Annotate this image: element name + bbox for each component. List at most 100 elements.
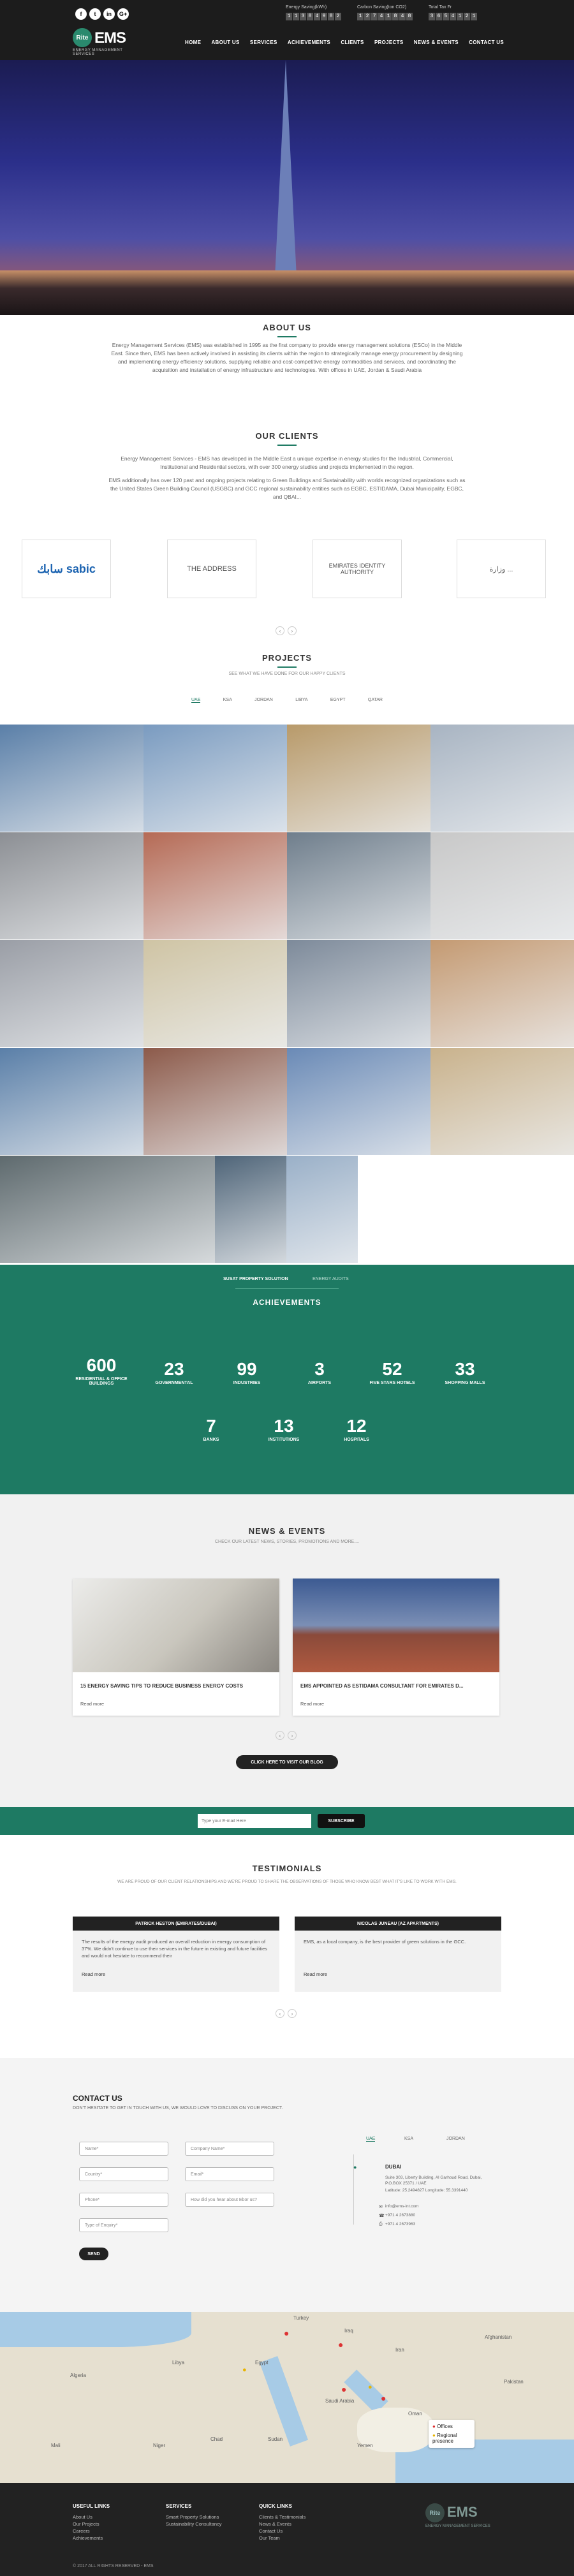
office-marker-icon[interactable]: ● bbox=[284, 2328, 289, 2338]
news-card[interactable]: 15 ENERGY SAVING TIPS TO REDUCE BUSINESS… bbox=[73, 1579, 279, 1716]
news-card[interactable]: EMS APPOINTED AS ESTIDAMA CONSULTANT FOR… bbox=[293, 1579, 499, 1716]
newsletter-email-input[interactable] bbox=[198, 1814, 311, 1828]
map-country-label: Chad bbox=[210, 2436, 223, 2442]
prev-arrow-icon[interactable]: ‹ bbox=[276, 1731, 284, 1740]
office-tab-uae[interactable]: UAE bbox=[366, 2137, 376, 2142]
clients-text-2: EMS additionally has over 120 past and o… bbox=[108, 477, 466, 500]
googleplus-icon[interactable]: G+ bbox=[117, 8, 129, 20]
project-thumbnail[interactable] bbox=[430, 832, 574, 939]
achievement-label: SHOPPING MALLS bbox=[445, 1381, 485, 1385]
tab-uae[interactable]: UAE bbox=[191, 698, 201, 703]
regional-marker-icon[interactable]: ● bbox=[368, 2383, 372, 2391]
project-thumbnail[interactable] bbox=[0, 832, 144, 939]
footer-link[interactable]: Our Team bbox=[259, 2535, 280, 2541]
logo[interactable]: Rite EMS ENERGY MANAGEMENT SERVICES bbox=[73, 27, 140, 57]
next-arrow-icon[interactable]: › bbox=[288, 1731, 297, 1740]
nav-projects[interactable]: PROJECTS bbox=[374, 40, 404, 45]
footer-link[interactable]: Clients & Testimonials bbox=[259, 2514, 305, 2520]
tab-egypt[interactable]: EGYPT bbox=[330, 698, 346, 703]
footer-link[interactable]: Contact Us bbox=[259, 2528, 283, 2534]
news-card-title[interactable]: 15 ENERGY SAVING TIPS TO REDUCE BUSINESS… bbox=[80, 1683, 272, 1689]
visit-blog-button[interactable]: CLICK HERE TO VISIT OUR BLOG bbox=[236, 1755, 338, 1769]
project-thumbnail[interactable] bbox=[430, 725, 574, 832]
testimonial-card: NICOLAS JUNEAU (AZ APARTMENTS) EMS, as a… bbox=[295, 1917, 501, 1992]
office-marker-icon[interactable]: ● bbox=[338, 2339, 343, 2350]
read-more-link[interactable]: Read more bbox=[304, 1971, 327, 1977]
footer-logo-tagline: ENERGY MANAGEMENT SERVICES bbox=[425, 2524, 490, 2528]
hero-tower bbox=[274, 60, 297, 290]
nav-clients[interactable]: CLIENTS bbox=[341, 40, 364, 45]
news-card-title[interactable]: EMS APPOINTED AS ESTIDAMA CONSULTANT FOR… bbox=[300, 1683, 492, 1689]
nav-home[interactable]: HOME bbox=[185, 40, 201, 45]
ach-tab-susat[interactable]: SUSAT PROPERTY SOLUTION bbox=[223, 1277, 288, 1281]
prev-arrow-icon[interactable]: ‹ bbox=[276, 626, 284, 635]
project-thumbnail[interactable] bbox=[287, 940, 430, 1047]
twitter-icon[interactable]: t bbox=[89, 8, 101, 20]
office-address: Suite 303, Liberty Building, Al Garhoud … bbox=[385, 2175, 482, 2186]
counter-digit: 6 bbox=[436, 13, 442, 20]
company-field[interactable]: Company Name* bbox=[185, 2142, 274, 2156]
footer-link[interactable]: Smart Property Solutions bbox=[166, 2514, 219, 2520]
office-phone[interactable]: +971 4 2673880 bbox=[385, 2213, 415, 2218]
project-thumbnail[interactable] bbox=[287, 832, 430, 939]
project-thumbnail[interactable] bbox=[0, 1156, 215, 1263]
project-thumbnail[interactable] bbox=[144, 940, 287, 1047]
nav-services[interactable]: SERVICES bbox=[250, 40, 277, 45]
office-tab-jordan[interactable]: JORDAN bbox=[446, 2137, 465, 2141]
footer-link[interactable]: Our Projects bbox=[73, 2521, 99, 2527]
footer-link[interactable]: Sustainability Consultancy bbox=[166, 2521, 222, 2527]
office-marker-icon[interactable]: ● bbox=[341, 2384, 346, 2394]
project-thumbnail[interactable] bbox=[430, 1048, 574, 1155]
office-email[interactable]: info@ems-int.com bbox=[385, 2204, 418, 2209]
nav-about[interactable]: ABOUT US bbox=[211, 40, 239, 45]
project-thumbnail[interactable] bbox=[287, 725, 430, 832]
map-country-label: Yemen bbox=[357, 2443, 373, 2448]
news-image-building bbox=[293, 1579, 499, 1672]
project-thumbnail[interactable] bbox=[215, 1156, 286, 1263]
project-thumbnail[interactable] bbox=[287, 1048, 430, 1155]
office-tab-ksa[interactable]: KSA bbox=[404, 2137, 413, 2141]
next-arrow-icon[interactable]: › bbox=[288, 2009, 297, 2018]
linkedin-icon[interactable]: in bbox=[103, 8, 115, 20]
tab-jordan[interactable]: JORDAN bbox=[254, 698, 273, 703]
nav-news[interactable]: NEWS & EVENTS bbox=[414, 40, 459, 45]
nav-achievements[interactable]: ACHIEVEMENTS bbox=[288, 40, 330, 45]
copyright: © 2017 ALL RIGHTS RESERVED - EMS bbox=[73, 2564, 154, 2568]
achievement-label: HOSPITALS bbox=[344, 1438, 369, 1442]
achievement-stat: 12 HOSPITALS bbox=[318, 1416, 395, 1442]
next-arrow-icon[interactable]: › bbox=[288, 626, 297, 635]
phone-field[interactable]: Phone* bbox=[79, 2193, 168, 2207]
counter-digit: 2 bbox=[335, 13, 341, 20]
project-thumbnail[interactable] bbox=[144, 1048, 287, 1155]
referral-select[interactable]: How did you hear about Ebor us? bbox=[185, 2193, 274, 2207]
tab-ksa[interactable]: KSA bbox=[223, 698, 232, 703]
facebook-icon[interactable]: f bbox=[75, 8, 87, 20]
project-thumbnail[interactable] bbox=[0, 725, 144, 832]
tab-qatar[interactable]: QATAR bbox=[368, 698, 383, 703]
enquiry-type-select[interactable]: Type of Enquiry* bbox=[79, 2218, 168, 2232]
project-thumbnail[interactable] bbox=[430, 940, 574, 1047]
ach-tab-audits[interactable]: ENERGY AUDITS bbox=[313, 1277, 349, 1281]
footer-link[interactable]: Careers bbox=[73, 2528, 90, 2534]
project-thumbnail[interactable] bbox=[144, 725, 287, 832]
footer-link[interactable]: News & Events bbox=[259, 2521, 291, 2527]
read-more-link[interactable]: Read more bbox=[300, 1701, 324, 1707]
project-thumbnail[interactable] bbox=[286, 1156, 358, 1263]
name-field[interactable]: Name* bbox=[79, 2142, 168, 2156]
footer-link[interactable]: About Us bbox=[73, 2514, 92, 2520]
project-thumbnail[interactable] bbox=[144, 832, 287, 939]
tab-libya[interactable]: LIBYA bbox=[295, 698, 307, 703]
footer-link[interactable]: Achievements bbox=[73, 2535, 103, 2541]
nav-contact[interactable]: CONTACT US bbox=[469, 40, 504, 45]
email-field[interactable]: Email* bbox=[185, 2167, 274, 2181]
project-thumbnail[interactable] bbox=[0, 1048, 144, 1155]
read-more-link[interactable]: Read more bbox=[82, 1971, 105, 1977]
prev-arrow-icon[interactable]: ‹ bbox=[276, 2009, 284, 2018]
send-button[interactable]: SEND bbox=[79, 2248, 108, 2260]
project-thumbnail[interactable] bbox=[0, 940, 144, 1047]
country-field[interactable]: Country* bbox=[79, 2167, 168, 2181]
regional-marker-icon[interactable]: ● bbox=[242, 2366, 247, 2374]
subscribe-button[interactable]: SUBSCRIBE bbox=[318, 1814, 365, 1828]
office-marker-icon[interactable]: ● bbox=[381, 2393, 386, 2403]
read-more-link[interactable]: Read more bbox=[80, 1701, 104, 1707]
